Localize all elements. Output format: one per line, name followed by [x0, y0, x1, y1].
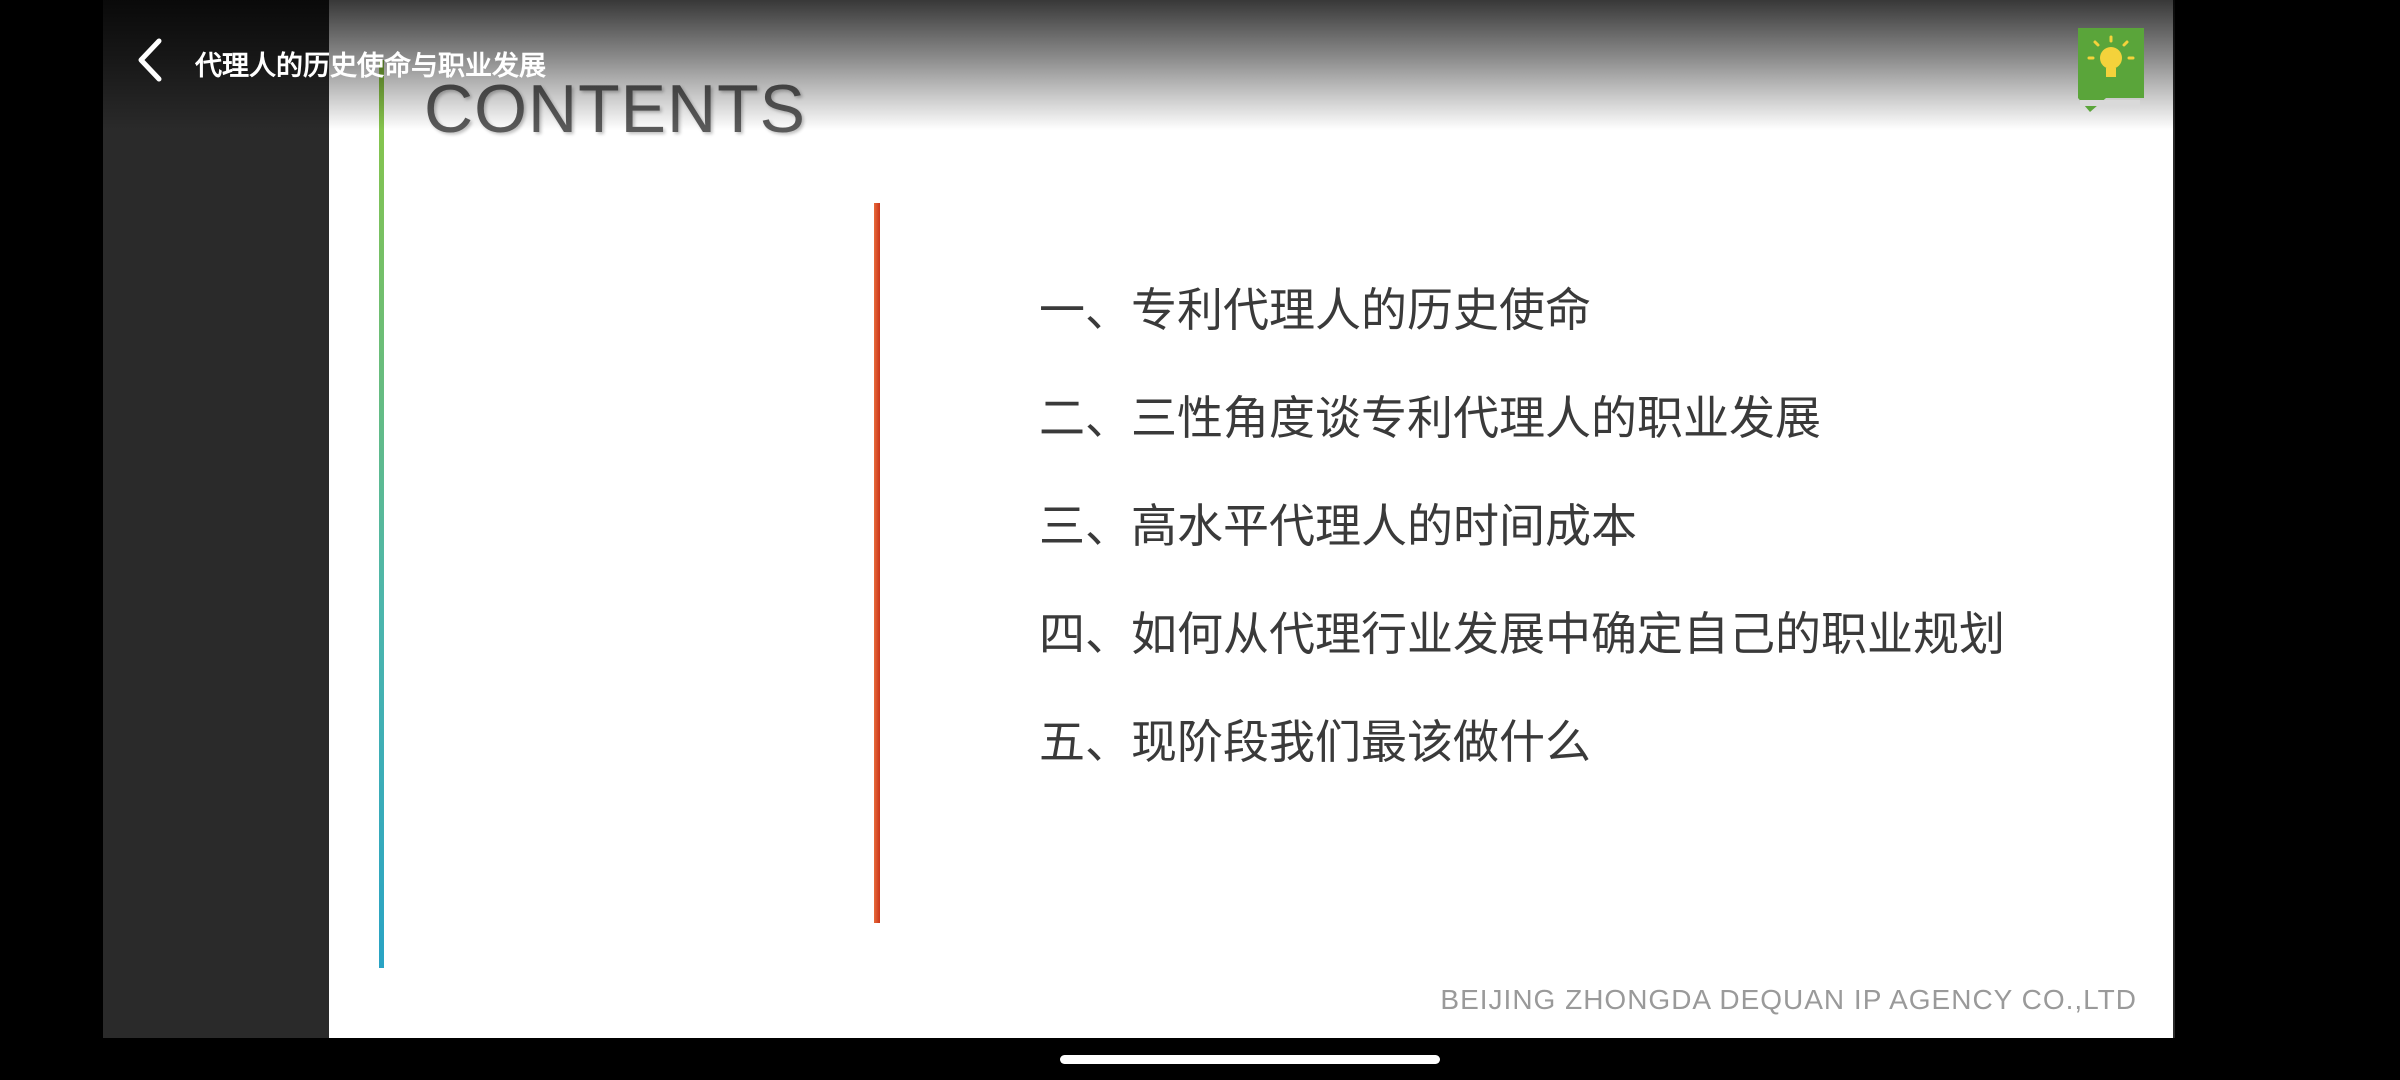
- toc-item: 四、如何从代理行业发展中确定自己的职业规划: [1039, 607, 2005, 661]
- lightbulb-icon: [2076, 26, 2146, 114]
- company-footer: BEIJING ZHONGDA DEQUAN IP AGENCY CO.,LTD: [1440, 984, 2137, 1015]
- red-divider-line: [874, 203, 880, 923]
- table-of-contents: 一、专利代理人的历史使命 二、三性角度谈专利代理人的职业发展 三、高水平代理人的…: [1039, 283, 2005, 823]
- toc-item: 三、高水平代理人的时间成本: [1039, 499, 1637, 553]
- video-title: 代理人的历史使命与职业发展: [195, 51, 546, 82]
- screen: CONTENTS 一、专利代理人的历史使命 二、三性角度谈专利代理人的职业发展 …: [0, 0, 2400, 1080]
- left-accent-line: [379, 60, 384, 968]
- chevron-left-icon: [138, 38, 162, 82]
- presentation-slide: CONTENTS 一、专利代理人的历史使命 二、三性角度谈专利代理人的职业发展 …: [329, 0, 2173, 1038]
- home-gesture-bar[interactable]: [1060, 1055, 1440, 1064]
- toc-item: 一、专利代理人的历史使命: [1039, 283, 1591, 337]
- back-button[interactable]: [120, 30, 180, 90]
- toc-item: 五、现阶段我们最该做什么: [1039, 715, 1591, 769]
- toc-item: 二、三性角度谈专利代理人的职业发展: [1039, 391, 1821, 445]
